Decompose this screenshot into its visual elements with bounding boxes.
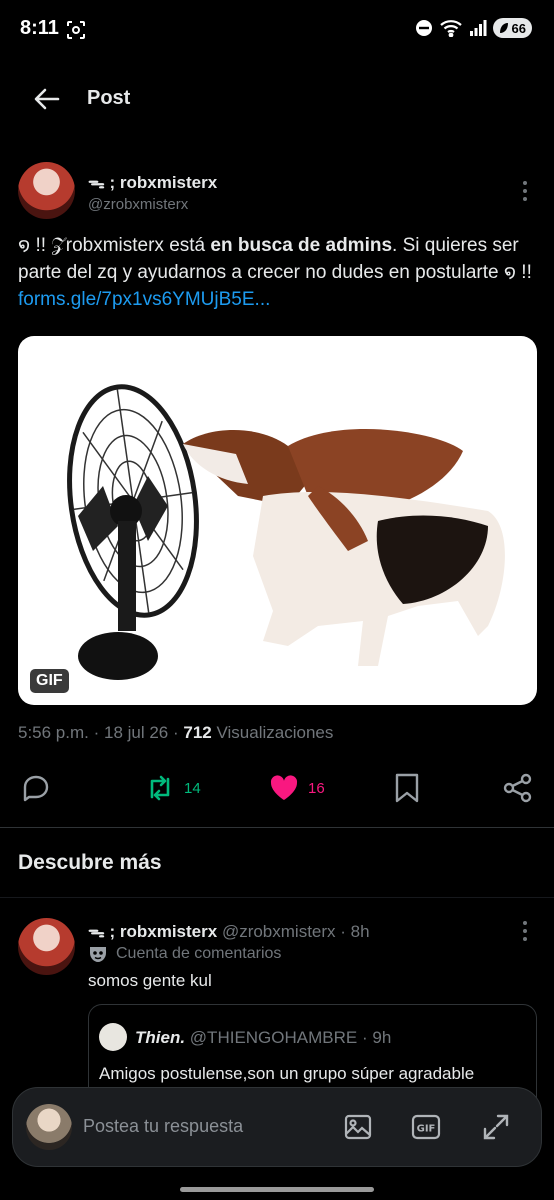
- discover-divider: [0, 897, 554, 898]
- rec-post-age: 8h: [350, 922, 370, 941]
- svg-text:GIF: GIF: [417, 1124, 436, 1135]
- bookmark-icon: [395, 773, 419, 803]
- quote-author-name: Thien.: [135, 1028, 186, 1047]
- rec-author-avatar[interactable]: [18, 918, 75, 975]
- post-time: 5:56 p.m.: [18, 723, 89, 742]
- quote-header: Thien. @THIENGOHAMBRE · 9h: [135, 1028, 392, 1047]
- reply-composer[interactable]: Postea tu respuesta GIF: [12, 1087, 542, 1167]
- heart-icon: [270, 775, 298, 800]
- quote-author-handle: @THIENGOHAMBRE: [189, 1028, 358, 1047]
- gif-icon[interactable]: GIF: [411, 1112, 441, 1142]
- reply-icon: [23, 775, 49, 802]
- status-time: 8:11: [20, 17, 59, 39]
- post-date: 18 jul 26: [103, 723, 169, 742]
- bookmark-button[interactable]: [392, 768, 422, 808]
- screen-capture-icon: [67, 21, 85, 39]
- home-indicator[interactable]: [180, 1187, 374, 1192]
- like-count: 16: [308, 779, 325, 797]
- do-not-disturb-icon: [415, 20, 432, 36]
- section-divider: [0, 827, 554, 828]
- account-type-text: Cuenta de comentarios: [116, 945, 282, 962]
- author-handle[interactable]: @zrobxmisterx: [88, 196, 188, 213]
- retweet-count: 14: [184, 779, 201, 797]
- quote-author-avatar: [99, 1023, 127, 1051]
- account-type-label: Cuenta de comentarios: [88, 945, 281, 963]
- quote-post-age: 9h: [372, 1028, 392, 1047]
- views-count: 712: [183, 723, 212, 742]
- retweet-button[interactable]: 14: [144, 768, 201, 808]
- back-arrow-icon[interactable]: [32, 84, 62, 114]
- post-text-bold: en busca de admins: [210, 235, 393, 256]
- post-text-part1: ໑ !! 𝒵robxmisterx está: [18, 235, 211, 256]
- user-avatar: [26, 1104, 72, 1150]
- discover-title: Descubre más: [18, 851, 162, 874]
- like-button[interactable]: 16: [268, 768, 325, 808]
- leaf-icon: [499, 23, 508, 33]
- more-options-icon[interactable]: [521, 180, 529, 202]
- share-icon: [503, 773, 532, 803]
- share-button[interactable]: [502, 768, 534, 808]
- post-link[interactable]: forms.gle/7px1vs6YMUjB5E...: [18, 289, 270, 310]
- top-header: Post: [0, 70, 554, 126]
- wifi-icon: [439, 20, 462, 37]
- image-icon[interactable]: [343, 1112, 373, 1142]
- page-title: Post: [87, 87, 131, 109]
- author-avatar[interactable]: [18, 162, 75, 219]
- post-text: ໑ !! 𝒵robxmisterx está en busca de admin…: [18, 232, 538, 313]
- retweet-icon: [150, 775, 170, 801]
- mask-icon: [90, 947, 106, 962]
- rec-more-options-icon[interactable]: [521, 920, 529, 942]
- expand-icon[interactable]: [481, 1112, 511, 1142]
- battery-indicator: 66: [492, 18, 532, 38]
- author-display-name[interactable]: ᯓ ; robxmisterx: [88, 170, 217, 193]
- status-bar: 8:11 66: [0, 0, 554, 60]
- signal-icon: [469, 20, 487, 36]
- gif-badge: GIF: [30, 669, 69, 693]
- post-media-gif[interactable]: GIF: [18, 336, 537, 705]
- dog-and-fan-image: [67, 384, 505, 680]
- quote-text: Amigos postulense,son un grupo súper agr…: [99, 1064, 475, 1083]
- views-label: Visualizaciones: [216, 723, 334, 742]
- post-meta: 5:56 p.m. · 18 jul 26 · 712 Visualizacio…: [18, 723, 334, 742]
- rec-post-text: somos gente kul: [88, 971, 212, 990]
- reply-input[interactable]: Postea tu respuesta: [83, 1116, 243, 1137]
- rec-author-handle[interactable]: @zrobxmisterx: [222, 922, 336, 941]
- rec-post-header: ᯓ ; robxmisterx @zrobxmisterx · 8h: [88, 922, 370, 941]
- post-actions: 14 16: [0, 768, 554, 808]
- reply-button[interactable]: [20, 768, 52, 808]
- rec-author-name[interactable]: ᯓ ; robxmisterx: [88, 922, 217, 941]
- battery-level: 66: [511, 20, 526, 36]
